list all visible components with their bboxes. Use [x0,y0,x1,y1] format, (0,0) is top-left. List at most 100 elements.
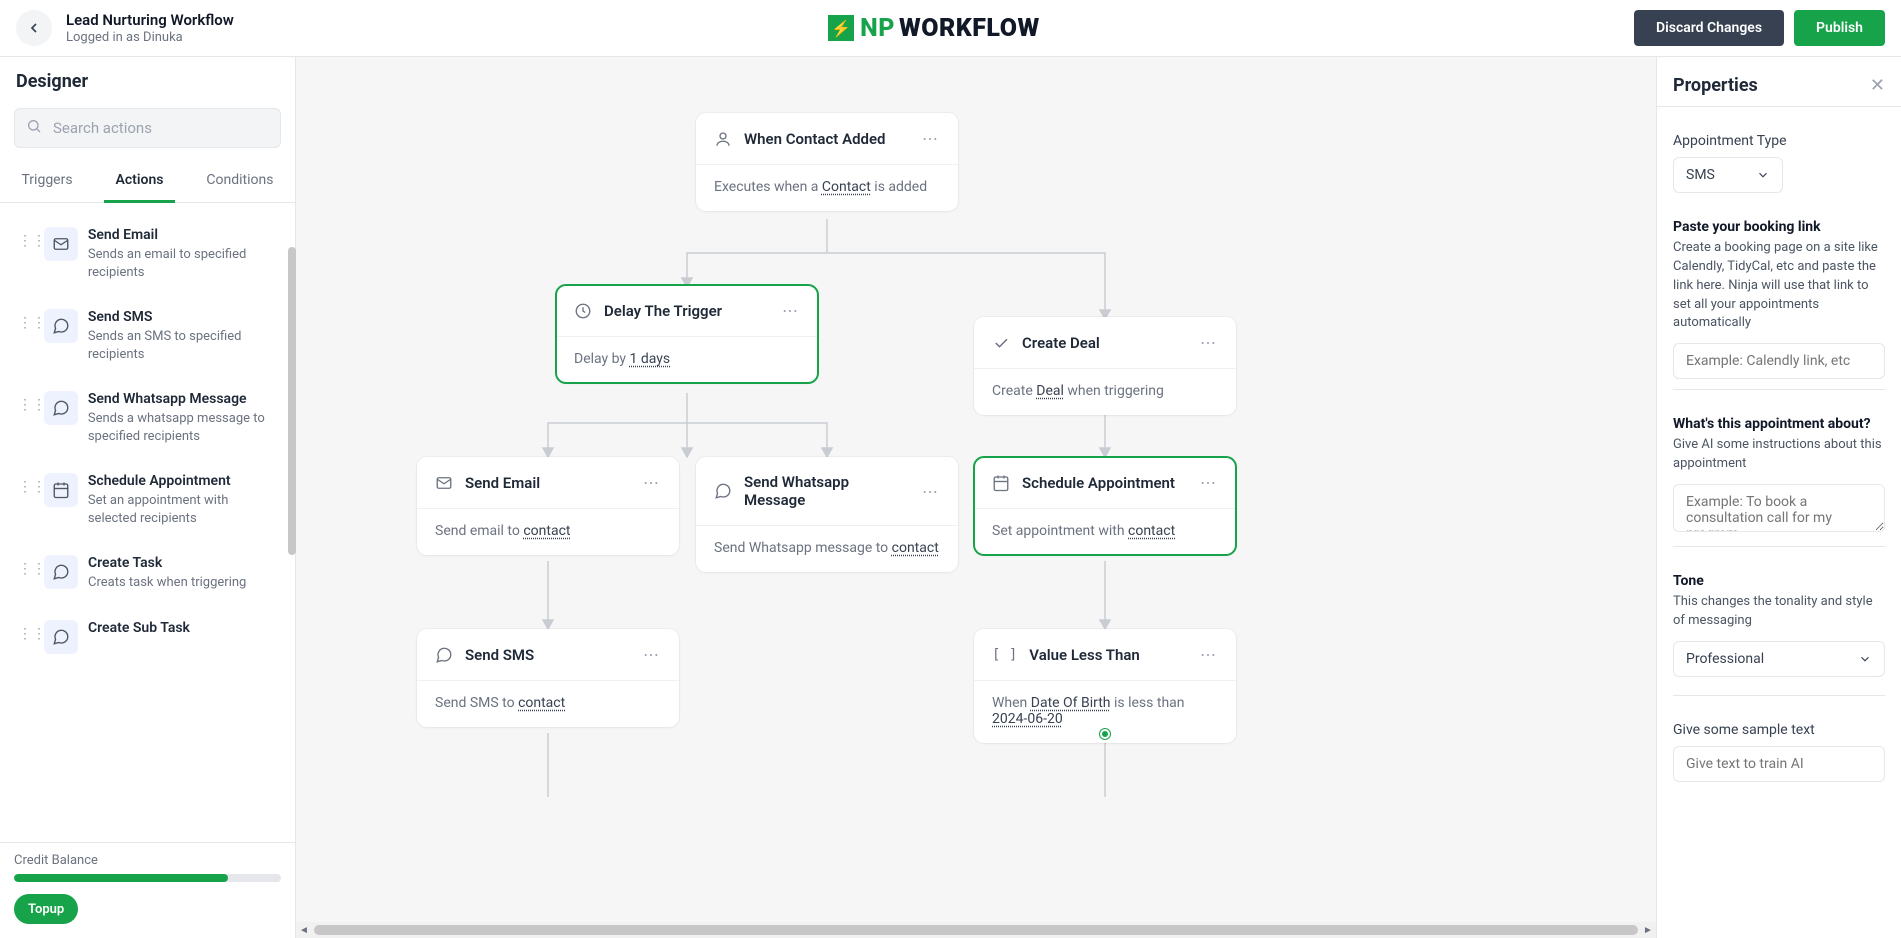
calendar-icon [992,474,1010,492]
node-delay-trigger[interactable]: Delay The Trigger ⋯ Delay by 1 days [556,285,818,383]
close-properties-button[interactable]: ✕ [1870,75,1885,96]
node-body: Executes when a Contact is added [696,164,958,211]
action-title: Send Email [88,227,277,243]
booking-link-help: Create a booking page on a site like Cal… [1673,239,1885,333]
booking-link-heading: Paste your booking link [1673,219,1885,235]
action-desc: Sends an SMS to specified recipients [88,328,277,363]
node-menu-button[interactable]: ⋯ [1200,333,1218,352]
canvas-horizontal-scrollbar[interactable]: ◄ ► [296,922,1656,938]
discard-button[interactable]: Discard Changes [1634,10,1784,46]
node-title: When Contact Added [744,130,910,148]
top-bar: Lead Nurturing Workflow Logged in as Din… [0,0,1901,57]
brackets-icon: [ ] [992,647,1017,663]
node-menu-button[interactable]: ⋯ [643,473,661,492]
sidebar-title: Designer [16,71,279,92]
tone-select[interactable]: Professional [1673,641,1885,677]
publish-button[interactable]: Publish [1794,10,1885,46]
action-create-sub-task[interactable]: ⋮⋮ Create Sub Task [6,606,289,668]
sidebar-scrollbar[interactable] [288,247,296,555]
node-title: Value Less Than [1029,646,1188,664]
tone-help: This changes the tonality and style of m… [1673,593,1885,631]
properties-panel: Properties ✕ Appointment Type SMS Paste … [1656,57,1901,938]
mail-icon [44,227,78,261]
drag-handle-icon[interactable]: ⋮⋮ [18,620,34,654]
credit-label: Credit Balance [14,853,281,868]
action-desc: Sends an email to specified recipients [88,246,277,281]
chat-icon [714,482,732,500]
node-send-email[interactable]: Send Email ⋯ Send email to contact [417,457,679,555]
clock-icon [574,302,592,320]
node-title: Send SMS [465,646,631,664]
chat-icon [44,309,78,343]
sidebar-tabs: Triggers Actions Conditions [0,162,295,203]
appointment-type-select[interactable]: SMS [1673,157,1783,193]
calendar-icon [44,473,78,507]
drag-handle-icon[interactable]: ⋮⋮ [18,391,34,445]
tab-actions[interactable]: Actions [104,162,176,203]
scroll-right-icon[interactable]: ► [1640,922,1656,938]
action-title: Create Task [88,555,246,571]
tab-conditions[interactable]: Conditions [194,162,285,202]
node-title: Create Deal [1022,334,1188,352]
node-menu-button[interactable]: ⋯ [922,129,940,148]
node-body: Create Deal when triggering [974,368,1236,415]
action-title: Send SMS [88,309,277,325]
select-value: Professional [1686,651,1764,667]
check-icon [992,334,1010,352]
search-icon [26,118,42,138]
chat-icon [435,646,453,664]
action-send-email[interactable]: ⋮⋮ Send Email Sends an email to specified… [6,213,289,295]
node-create-deal[interactable]: Create Deal ⋯ Create Deal when triggerin… [974,317,1236,415]
node-menu-button[interactable]: ⋯ [1200,473,1218,492]
action-title: Send Whatsapp Message [88,391,277,407]
tab-triggers[interactable]: Triggers [9,162,84,202]
drag-handle-icon[interactable]: ⋮⋮ [18,309,34,363]
chat-icon [44,391,78,425]
divider [1657,106,1901,107]
drag-handle-icon[interactable]: ⋮⋮ [18,555,34,592]
drag-handle-icon[interactable]: ⋮⋮ [18,473,34,527]
workflow-title: Lead Nurturing Workflow [66,11,234,29]
node-value-less-than[interactable]: [ ] Value Less Than ⋯ When Date Of Birth… [974,629,1236,743]
chat-icon [44,555,78,589]
sample-text-label: Give some sample text [1673,722,1885,738]
booking-link-input[interactable] [1673,343,1885,379]
node-when-contact-added[interactable]: When Contact Added ⋯ Executes when a Con… [696,113,958,211]
node-title: Send Email [465,474,631,492]
chevron-down-icon [1858,652,1872,666]
appointment-about-help: Give AI some instructions about this app… [1673,436,1885,474]
topup-button[interactable]: Topup [14,894,78,924]
node-send-sms[interactable]: Send SMS ⋯ Send SMS to contact [417,629,679,727]
node-send-whatsapp[interactable]: Send Whatsapp Message ⋯ Send Whatsapp me… [696,457,958,572]
node-menu-button[interactable]: ⋯ [1200,645,1218,664]
action-send-sms[interactable]: ⋮⋮ Send SMS Sends an SMS to specified rec… [6,295,289,377]
brand-logo: ⚡ NP WORKFLOW [828,14,1040,43]
action-create-task[interactable]: ⋮⋮ Create Task Creats task when triggerin… [6,541,289,606]
credit-fill [14,874,228,882]
action-schedule-appointment[interactable]: ⋮⋮ Schedule AppointmentSet an appointmen… [6,459,289,541]
action-send-whatsapp[interactable]: ⋮⋮ Send Whatsapp MessageSends a whatsapp… [6,377,289,459]
action-title: Schedule Appointment [88,473,277,489]
connector-handle[interactable] [1100,729,1110,739]
appointment-about-input[interactable] [1673,484,1885,532]
sample-text-input[interactable] [1673,746,1885,782]
mail-icon [435,474,453,492]
node-menu-button[interactable]: ⋯ [643,645,661,664]
node-menu-button[interactable]: ⋯ [922,482,940,501]
node-body: Delay by 1 days [556,336,818,383]
action-desc: Creats task when triggering [88,574,246,592]
drag-handle-icon[interactable]: ⋮⋮ [18,227,34,281]
login-status: Logged in as Dinuka [66,30,234,45]
credit-bar [14,874,281,882]
scroll-left-icon[interactable]: ◄ [296,922,312,938]
search-input[interactable] [14,108,281,148]
brand-np: NP [860,14,895,43]
appointment-type-label: Appointment Type [1673,133,1885,149]
scroll-thumb[interactable] [314,925,1638,935]
node-schedule-appointment[interactable]: Schedule Appointment ⋯ Set appointment w… [974,457,1236,555]
node-body: Set appointment with contact [974,508,1236,555]
back-button[interactable] [16,10,52,46]
properties-title: Properties [1673,75,1758,96]
node-body: Send SMS to contact [417,680,679,727]
node-menu-button[interactable]: ⋯ [782,301,800,320]
